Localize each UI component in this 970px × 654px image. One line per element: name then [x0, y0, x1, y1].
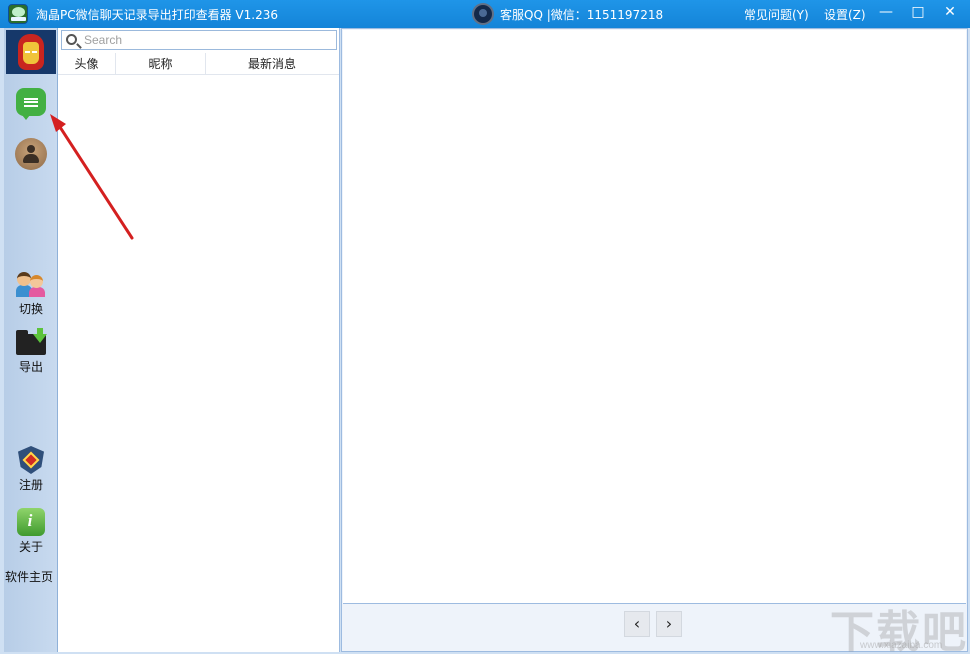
search-box [61, 30, 337, 50]
title-bar: 淘晶PC微信聊天记录导出打印查看器 V1.236 客服QQ |微信：115119… [0, 0, 970, 28]
chat-list-icon[interactable] [16, 88, 46, 120]
message-panel: ‹ › [341, 28, 968, 652]
ironman-avatar-icon [18, 34, 44, 70]
close-button[interactable]: ✕ [936, 2, 964, 22]
pagination: ‹ › [624, 611, 682, 637]
message-view[interactable] [343, 30, 966, 604]
app-window: 淘晶PC微信聊天记录导出打印查看器 V1.236 客服QQ |微信：115119… [0, 0, 970, 654]
export-folder-icon [16, 328, 47, 356]
watermark-url: www.xiazaiba.com [860, 640, 943, 651]
about-label: 关于 [18, 540, 43, 554]
support-contact-text: 客服QQ |微信：1151197218 [500, 7, 664, 22]
column-latest-message[interactable]: 最新消息 [206, 53, 338, 75]
contacts-icon[interactable] [15, 138, 47, 170]
export-button[interactable]: 导出 [4, 328, 58, 375]
homepage-link[interactable]: 软件主页 [0, 568, 58, 585]
window-title: 淘晶PC微信聊天记录导出打印查看器 V1.236 [36, 8, 278, 22]
search-icon [66, 34, 77, 45]
left-toolbar: 切换 导出 注册 i 关于 [4, 28, 58, 652]
about-button[interactable]: i 关于 [4, 508, 58, 555]
prev-page-button[interactable]: ‹ [624, 611, 650, 637]
column-nickname[interactable]: 昵称 [116, 53, 206, 75]
register-shield-icon [16, 446, 46, 474]
register-label: 注册 [18, 478, 43, 492]
user-avatar[interactable] [6, 30, 56, 74]
headset-icon [472, 3, 494, 25]
list-column-headers: 头像 昵称 最新消息 [58, 53, 339, 75]
next-page-button[interactable]: › [656, 611, 682, 637]
chat-list-panel: 头像 昵称 最新消息 [58, 28, 340, 652]
info-icon: i [16, 508, 46, 536]
column-avatar[interactable]: 头像 [58, 53, 116, 75]
settings-menu[interactable]: 设置(Z) [824, 6, 866, 23]
app-logo-icon [8, 4, 28, 24]
search-input[interactable] [84, 32, 334, 48]
switch-users-icon [16, 270, 46, 298]
export-label: 导出 [18, 360, 43, 374]
register-button[interactable]: 注册 [4, 446, 58, 493]
maximize-button[interactable]: □ [904, 2, 932, 22]
faq-menu[interactable]: 常见问题(Y) [744, 6, 809, 23]
minimize-button[interactable]: — [872, 2, 900, 22]
switch-account-button[interactable]: 切换 [4, 270, 58, 317]
switch-label: 切换 [18, 302, 43, 316]
customer-service: 客服QQ |微信：1151197218 [472, 3, 663, 25]
